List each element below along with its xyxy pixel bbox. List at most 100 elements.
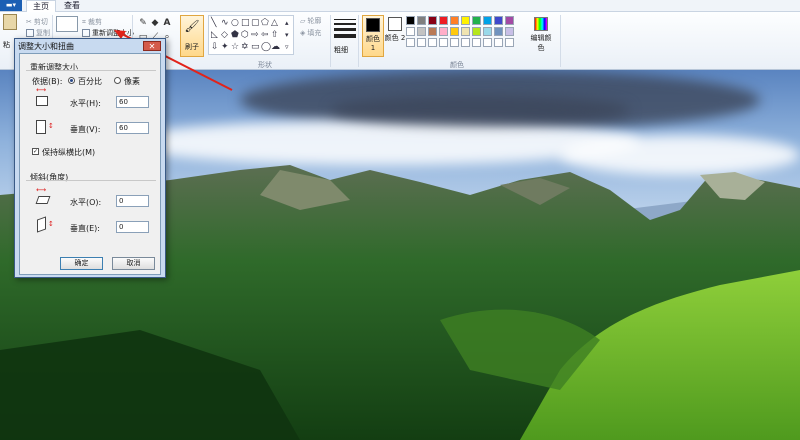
file-menu-button[interactable]: ▬▾ [0,0,22,11]
skew-vertical-label: 垂直(E): [70,224,100,233]
skew-vertical-input[interactable]: 0 [116,221,149,233]
palette-swatch[interactable] [428,16,437,25]
pentagon-shape-icon[interactable]: ⬟ [231,30,239,40]
cloud-callout-shape-icon[interactable]: ☁ [271,42,280,52]
palette-swatch[interactable] [461,16,470,25]
left-arrow-shape-icon[interactable]: ⇦ [261,30,269,40]
custom-color-slot[interactable] [406,38,415,47]
right-triangle-shape-icon[interactable]: ◺ [211,30,218,40]
custom-color-slot[interactable] [428,38,437,47]
palette-swatch[interactable] [472,16,481,25]
palette-swatch[interactable] [505,16,514,25]
select-icon[interactable] [56,16,78,32]
tab-home[interactable]: 主页 [26,0,56,12]
crop-button[interactable]: ⌗ 裁剪 [82,17,102,27]
colors-group-label: 颜色 [450,61,464,69]
line-shape-icon[interactable]: ╲ [211,18,216,28]
paste-button-label[interactable]: 粘 [3,40,10,50]
curve-shape-icon[interactable]: ∿ [221,18,229,28]
palette-swatch[interactable] [472,27,481,36]
rounded-rectangle-shape-icon[interactable]: ▢ [251,18,260,28]
expand-gallery-icon[interactable]: ▿ [285,42,289,52]
up-arrow-shape-icon[interactable]: ⇧ [271,30,279,40]
oval-callout-shape-icon[interactable]: ◯ [261,42,271,52]
palette-swatch[interactable] [505,27,514,36]
palette-swatch[interactable] [483,16,492,25]
custom-color-slot[interactable] [417,38,426,47]
palette-swatch[interactable] [439,27,448,36]
custom-color-slot[interactable] [494,38,503,47]
hexagon-shape-icon[interactable]: ⬡ [241,30,249,40]
horizontal-input[interactable]: 60 [116,96,149,108]
dialog-body: 重新调整大小 依据(B): 百分比 像素 ⟷ 水平(H): 60 ↕ 垂直(V)… [19,53,161,275]
five-point-star-shape-icon[interactable]: ☆ [231,42,239,52]
palette-swatch[interactable] [417,27,426,36]
rectangle-shape-icon[interactable]: □ [241,18,250,28]
color1-button[interactable]: 颜色 1 [362,15,384,57]
palette-swatch[interactable] [494,27,503,36]
skew-horizontal-label: 水平(O): [70,198,102,207]
section-divider [26,180,156,181]
polygon-shape-icon[interactable]: ⬠ [261,18,269,28]
palette-swatch[interactable] [439,16,448,25]
palette-swatch[interactable] [450,16,459,25]
color2-button[interactable]: 颜色 2 [384,15,406,57]
skew-horizontal-icon [35,196,51,204]
pixels-radio[interactable] [114,77,121,84]
ok-button[interactable]: 确定 [60,257,103,270]
size-icon[interactable] [334,16,356,41]
paste-icon[interactable] [3,14,17,30]
custom-color-slot[interactable] [505,38,514,47]
edit-colors-button[interactable]: 编辑颜色 [528,15,554,53]
four-point-star-shape-icon[interactable]: ✦ [221,42,229,52]
palette-swatch[interactable] [417,16,426,25]
copy-icon [26,29,34,37]
oval-shape-icon[interactable]: ○ [231,18,239,28]
scroll-down-icon[interactable]: ▾ [285,30,289,40]
scissors-icon: ✂ [26,18,32,26]
fill-bucket-icon[interactable]: ◆ [150,18,160,28]
brushes-button[interactable]: 🖌 刷子 [180,15,204,57]
custom-color-slot[interactable] [461,38,470,47]
palette-swatch[interactable] [461,27,470,36]
crop-label: 裁剪 [87,18,102,26]
copy-button[interactable]: 复制 [26,28,50,38]
skew-horizontal-input[interactable]: 0 [116,195,149,207]
scroll-up-icon[interactable]: ▴ [285,18,289,28]
percent-radio[interactable] [68,77,75,84]
right-arrow-shape-icon[interactable]: ⇨ [251,30,259,40]
custom-color-slot[interactable] [483,38,492,47]
palette-swatch[interactable] [406,27,415,36]
palette-swatch[interactable] [450,27,459,36]
rainbow-icon [534,17,548,31]
cancel-button[interactable]: 取消 [112,257,155,270]
diamond-shape-icon[interactable]: ◇ [221,30,228,40]
down-arrow-shape-icon[interactable]: ⇩ [211,42,219,52]
fill-button[interactable]: ◈ 填充 [300,28,321,38]
palette-swatch[interactable] [494,16,503,25]
palette-swatch[interactable] [483,27,492,36]
shapes-gallery[interactable]: ╲ ∿ ○ □ ▢ ⬠ △ ◺ ◇ ⬟ ⬡ ⇨ ⇦ ⇧ ⇩ ✦ ☆ ✡ ▭ ◯ … [208,15,294,55]
vertical-arrows-icon: ↕ [48,122,54,130]
custom-color-slot[interactable] [472,38,481,47]
cut-label: 剪切 [33,18,48,26]
tab-view[interactable]: 查看 [58,0,86,12]
cut-button[interactable]: ✂ 剪切 [26,17,48,27]
six-point-star-shape-icon[interactable]: ✡ [241,42,249,52]
palette-swatch[interactable] [406,16,415,25]
outline-button[interactable]: ▱ 轮廓 [300,16,321,26]
brushes-label: 刷子 [185,43,199,51]
text-tool-icon[interactable]: A [162,18,172,28]
triangle-shape-icon[interactable]: △ [271,18,278,28]
resize-button[interactable]: 重新调整大小 [82,28,134,38]
callout-shape-icon[interactable]: ▭ [251,42,260,52]
close-button[interactable]: ✕ [143,41,161,51]
custom-color-slot[interactable] [439,38,448,47]
custom-color-slot[interactable] [450,38,459,47]
palette-swatch[interactable] [428,27,437,36]
keep-ratio-checkbox[interactable]: ✓ [32,148,39,155]
vertical-input[interactable]: 60 [116,122,149,134]
resize-label: 重新调整大小 [92,29,134,37]
pencil-icon[interactable]: ✎ [138,18,148,28]
horizontal-resize-icon [36,96,48,106]
